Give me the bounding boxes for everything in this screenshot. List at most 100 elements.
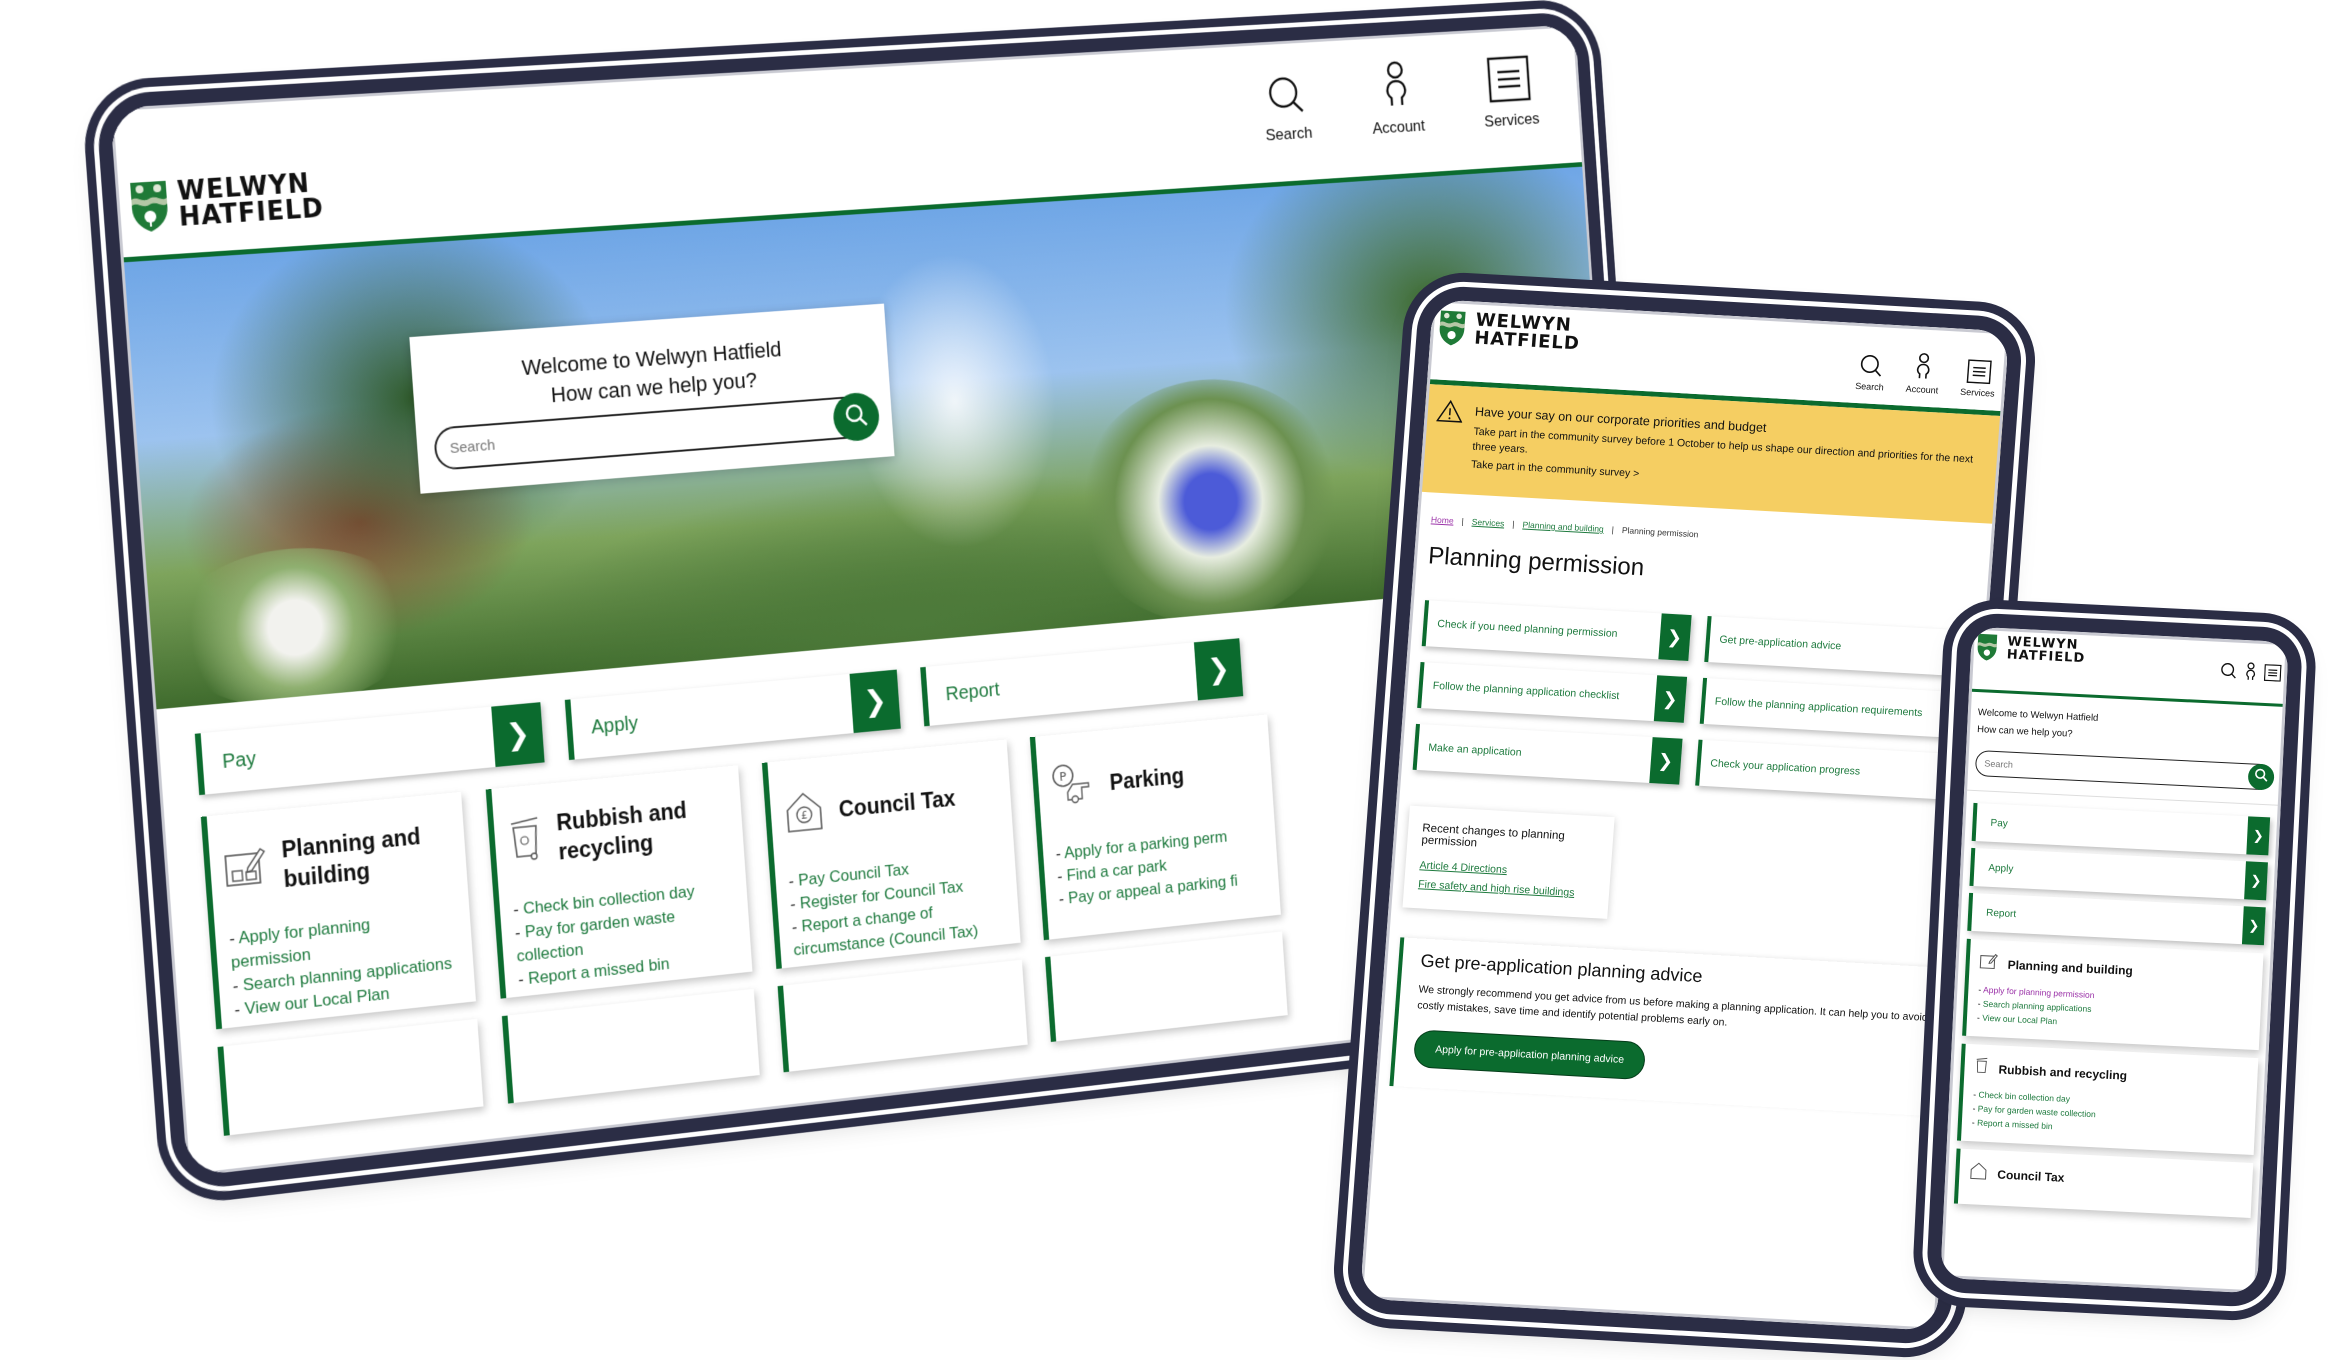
nav-account[interactable]: Account [1367,50,1426,138]
search-icon[interactable] [2220,662,2238,685]
search-icon [1266,74,1307,117]
planning-icon [223,842,269,895]
chevron-right-icon: ❯ [1193,638,1244,701]
planning-icon [1979,951,1998,975]
services-menu-icon [1966,359,1992,385]
quick-link-apply[interactable]: Apply ❯ [1969,847,2268,901]
breadcrumb-current: Planning permission [1621,525,1699,540]
nav-services[interactable]: Services [1479,45,1540,131]
link-check-application-progress[interactable]: Check your application progress [1694,739,1965,801]
card-title: Parking [1108,763,1185,795]
council-tax-house-icon: £ [782,787,826,838]
logo-line-2: HATFIELD [177,193,325,233]
council-shield-icon [1976,633,1998,662]
service-card-partial [501,988,760,1104]
site-logo[interactable]: WELWYN HATFIELD [1976,633,2086,666]
search-button[interactable] [2247,763,2275,791]
link-make-an-application[interactable]: Make an application ❯ [1412,723,1683,785]
search-icon [2254,767,2269,787]
link-application-requirements[interactable]: Follow the planning application requirem… [1699,677,1969,739]
quick-link-pay[interactable]: Pay ❯ [1971,802,2271,856]
service-card-partial [217,1018,484,1136]
account-icon[interactable] [2245,662,2257,687]
service-card-partial [777,959,1028,1073]
logo-line-2: HATFIELD [1473,327,1581,355]
breadcrumb-home[interactable]: Home [1431,514,1454,525]
tablet-device-mockup: WELWYN HATFIELD Search Account Services … [1344,284,2025,1346]
quick-link-label: Apply [590,712,639,738]
hero-search-button[interactable] [831,391,881,443]
card-title: Planning and building [2007,957,2134,978]
hero-welcome-card: Welcome to Welwyn Hatfield How can we he… [409,303,895,494]
chevron-right-icon: ❯ [2241,906,2266,946]
council-tax-house-icon [1969,1161,1988,1185]
breadcrumb-separator: | [1461,516,1465,527]
quick-link-label: Report [1985,907,2017,920]
services-menu-icon[interactable] [2263,664,2282,687]
page-title: Planning permission [1427,542,1646,582]
svg-text:£: £ [801,808,808,821]
service-card-partial [1045,931,1288,1042]
breadcrumb-separator: | [1512,518,1515,530]
card-title: Council Tax [837,785,957,822]
card-title: Planning and building [280,823,422,893]
link-application-checklist[interactable]: Follow the planning application checklis… [1417,662,1687,723]
site-logo[interactable]: WELWYN HATFIELD [1438,310,1582,354]
quick-link-pay[interactable]: Pay ❯ [194,702,545,796]
link-label: Follow the planning application checklis… [1432,679,1620,703]
quick-link-label: Pay [221,747,257,773]
chevron-right-icon: ❯ [849,669,901,734]
link-label: Make an application [1427,741,1522,759]
chevron-right-icon: ❯ [491,702,545,768]
quick-link-apply[interactable]: Apply ❯ [564,669,901,761]
link-pre-application-advice[interactable]: Get pre-application advice [1703,615,1974,677]
council-shield-icon [1438,310,1467,347]
services-menu-icon [1487,55,1532,104]
nav-account-label: Account [1371,116,1426,138]
search-input[interactable] [1976,758,2249,782]
service-card-rubbish: Rubbish and recycling Check bin collecti… [485,765,753,999]
link-label: Follow the planning application requirem… [1714,695,1923,720]
service-card-planning: Planning and building Apply for planning… [1962,938,2264,1051]
nav-services-label: Services [1959,386,1996,399]
chevron-right-icon: ❯ [1653,675,1687,723]
nav-account-label: Account [1905,383,1939,396]
parking-car-icon: P [1050,759,1098,813]
nav-search[interactable]: Search [1261,64,1313,145]
card-title: Rubbish and recycling [1998,1061,2128,1083]
header-nav: Search Account Services [1855,345,1998,399]
hero-search-input[interactable] [435,410,835,458]
breadcrumb-services[interactable]: Services [1471,517,1504,529]
service-card-rubbish: Rubbish and recycling Check bin collecti… [1956,1043,2259,1156]
quick-link-report[interactable]: Report ❯ [920,638,1244,727]
header-nav [2220,661,2282,688]
quick-link-report[interactable]: Report ❯ [1967,892,2266,946]
phone-device-mockup: WELWYN HATFIELD Welcome to Welwyn Hatfie… [1925,611,2304,1309]
link-label: Get pre-application advice [1718,633,1842,653]
service-card-parking: P Parking Apply for a parking perm Find … [1029,714,1281,941]
council-shield-icon [129,180,170,234]
account-icon [1381,60,1410,110]
site-logo[interactable]: WELWYN HATFIELD [129,169,325,234]
planning-permission-page: Home | Services | Planning and building | P… [1375,492,1995,1118]
chevron-right-icon: ❯ [2246,816,2271,856]
nav-account[interactable]: Account [1905,348,1941,396]
card-title: Rubbish and recycling [555,797,688,865]
wheelie-bin-icon [1974,1056,1989,1080]
recent-changes-box: Recent changes to planning permission Ar… [1402,805,1615,919]
apply-pre-application-button[interactable]: Apply for pre-application planning advic… [1412,1029,1647,1081]
search-icon [843,401,869,432]
breadcrumb-planning-and-building[interactable]: Planning and building [1522,520,1604,535]
wheelie-bin-icon [507,813,545,868]
hero-photo-flowers [1070,369,1349,636]
welcome-section: Welcome to Welwyn Hatfield How can we he… [1964,691,2286,806]
nav-services[interactable]: Services [1960,355,1998,399]
nav-search-label: Search [1265,123,1313,145]
nav-services-label: Services [1483,109,1540,131]
homepage-content: Pay ❯ Apply ❯ Report ❯ Planning and buil… [1944,790,2281,1218]
link-check-if-you-need-permission[interactable]: Check if you need planning permission ❯ [1421,600,1692,661]
account-icon [1915,352,1933,381]
nav-search[interactable]: Search [1855,349,1887,392]
recent-changes-title: Recent changes to planning permission [1421,822,1566,850]
card-title: Council Tax [1997,1167,2065,1185]
